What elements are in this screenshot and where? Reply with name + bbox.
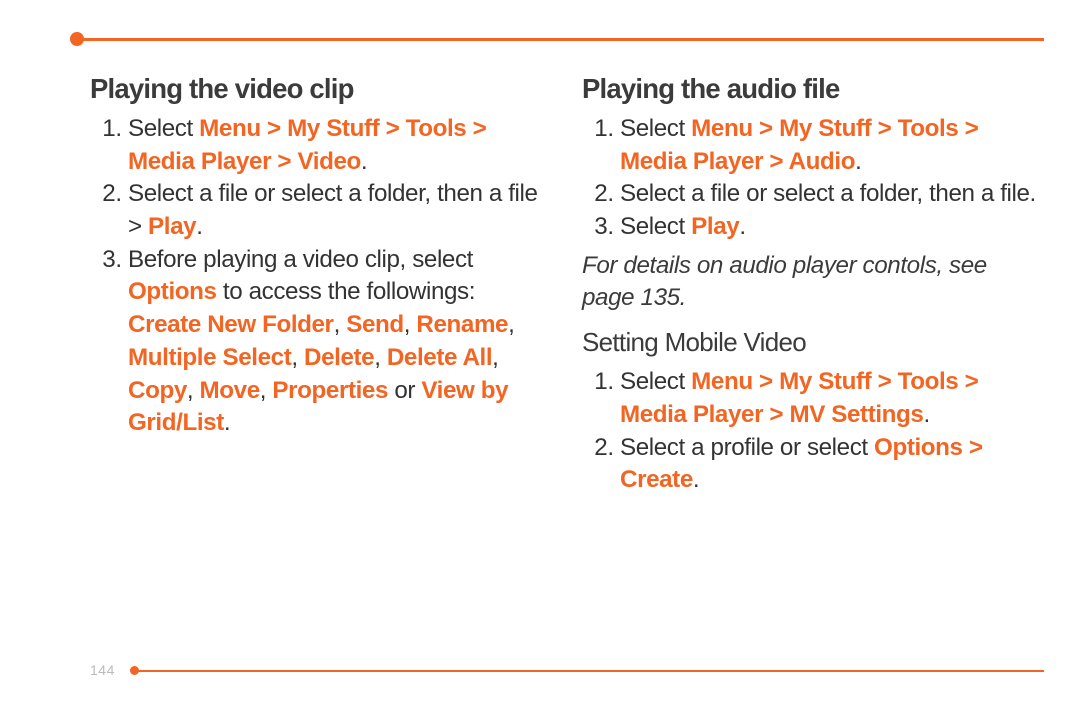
- page-number: 144: [90, 662, 115, 678]
- step-text: .: [196, 213, 202, 240]
- opt: Delete: [304, 344, 374, 371]
- video-steps-list: Select Menu > My Stuff > Tools > Media P…: [90, 113, 552, 440]
- opt: Send: [346, 311, 404, 338]
- footer: 144: [56, 664, 1044, 680]
- comma: ,: [260, 377, 273, 404]
- step-text: Select: [128, 115, 199, 142]
- comma: ,: [404, 311, 417, 338]
- step-text: .: [739, 213, 745, 240]
- audio-steps-list: Select Menu > My Stuff > Tools > Media P…: [582, 113, 1044, 244]
- opt: Properties: [272, 377, 388, 404]
- comma: ,: [508, 311, 514, 338]
- list-item: Select Menu > My Stuff > Tools > Media P…: [128, 113, 552, 178]
- opt: Rename: [416, 311, 508, 338]
- footer-line: [136, 670, 1044, 672]
- opt: Copy: [128, 377, 187, 404]
- opt: Create New Folder: [128, 311, 334, 338]
- list-item: Select a file or select a folder, then a…: [128, 178, 552, 243]
- heading-playing-video: Playing the video clip: [90, 70, 552, 107]
- right-column: Playing the audio file Select Menu > My …: [582, 70, 1044, 497]
- step-text: Select: [620, 115, 691, 142]
- two-column-layout: Playing the video clip Select Menu > My …: [56, 70, 1044, 497]
- list-item: Select Menu > My Stuff > Tools > Media P…: [620, 113, 1044, 178]
- comma: or: [388, 377, 421, 404]
- step-text: Select a profile or select: [620, 434, 874, 461]
- mv-settings-steps-list: Select Menu > My Stuff > Tools > Media P…: [582, 366, 1044, 497]
- step-text: Before playing a video clip, select: [128, 246, 473, 273]
- list-item: Before playing a video clip, select Opti…: [128, 244, 552, 440]
- opt: Delete All: [387, 344, 492, 371]
- step-text: .: [923, 401, 929, 428]
- step-text: Select: [620, 368, 691, 395]
- comma: ,: [374, 344, 387, 371]
- step-text: .: [693, 466, 699, 493]
- heading-playing-audio: Playing the audio file: [582, 70, 1044, 107]
- action-options: Options: [128, 278, 217, 305]
- left-column: Playing the video clip Select Menu > My …: [90, 70, 552, 497]
- divider-line: [76, 38, 1044, 41]
- opt: Move: [200, 377, 260, 404]
- page-content: Playing the video clip Select Menu > My …: [56, 30, 1044, 497]
- list-item: Select Play.: [620, 211, 1044, 244]
- list-item: Select a profile or select Options > Cre…: [620, 432, 1044, 497]
- step-text: .: [361, 148, 367, 175]
- comma: ,: [291, 344, 304, 371]
- list-item: Select Menu > My Stuff > Tools > Media P…: [620, 366, 1044, 431]
- step-text: Select a file or select a folder, then a…: [620, 180, 1036, 207]
- step-text: to access the followings:: [217, 278, 476, 305]
- heading-mobile-video-settings: Setting Mobile Video: [582, 325, 1044, 360]
- top-divider: [56, 30, 1044, 46]
- step-text: Select: [620, 213, 691, 240]
- list-item: Select a file or select a folder, then a…: [620, 178, 1044, 211]
- action-play: Play: [148, 213, 196, 240]
- step-text: .: [224, 409, 230, 436]
- step-text: .: [855, 148, 861, 175]
- action-play: Play: [691, 213, 739, 240]
- note-audio-controls: For details on audio player contols, see…: [582, 250, 1044, 315]
- comma: ,: [492, 344, 498, 371]
- opt: Multiple Select: [128, 344, 291, 371]
- comma: ,: [187, 377, 200, 404]
- comma: ,: [334, 311, 347, 338]
